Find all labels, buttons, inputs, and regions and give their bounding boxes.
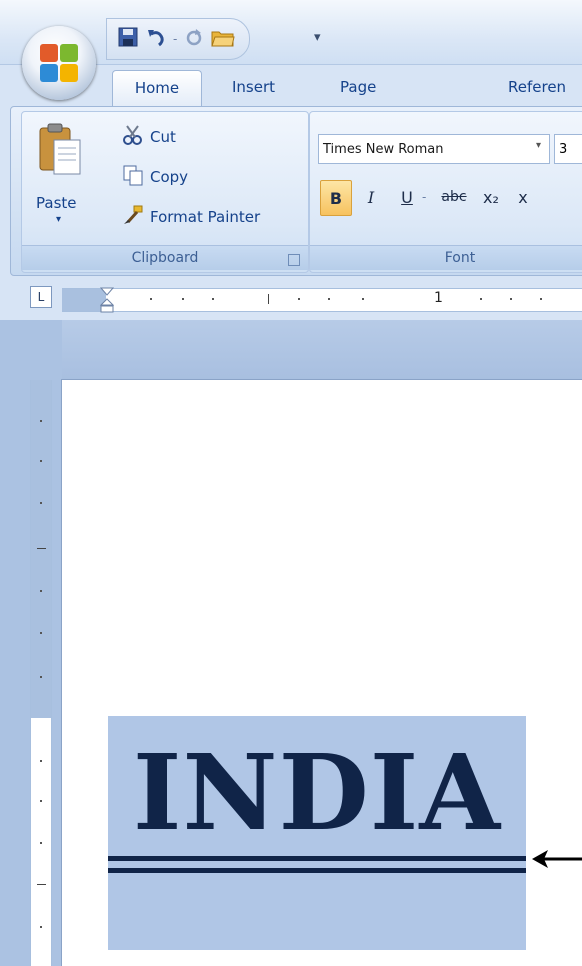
save-icon[interactable]: [117, 26, 139, 53]
double-underline-top: [108, 856, 526, 861]
office-logo-icon: [40, 44, 78, 82]
format-painter-button[interactable]: Format Painter: [122, 204, 260, 230]
vruler-tick: [40, 420, 42, 422]
vruler-tick: [40, 842, 42, 844]
horizontal-ruler[interactable]: 1: [62, 287, 582, 313]
undo-icon[interactable]: [145, 26, 167, 53]
vruler-tick: [40, 460, 42, 462]
tab-references[interactable]: Referen: [508, 68, 566, 106]
vruler-tick: [40, 676, 42, 678]
vruler-tick: [40, 926, 42, 928]
tab-page-layout[interactable]: Page Layout: [340, 68, 391, 134]
arrow-pointer-icon: [532, 846, 582, 872]
double-underline-bottom: [108, 868, 526, 873]
format-painter-label: Format Painter: [150, 208, 261, 226]
ruler-tick: [212, 298, 214, 300]
paintbrush-icon: [122, 204, 144, 230]
strikethrough-button[interactable]: abc: [436, 180, 472, 214]
bold-button[interactable]: B: [320, 180, 352, 216]
ruler-tick: [150, 298, 152, 300]
copy-label: Copy: [150, 168, 189, 186]
font-group: Times New Roman ▾ 3 B I U - abc x₂ x Fon…: [309, 111, 582, 273]
vruler-tick: [40, 590, 42, 592]
font-size-box[interactable]: 3: [554, 134, 582, 164]
paste-icon: [38, 122, 82, 182]
subscript-button[interactable]: x₂: [476, 180, 506, 214]
vruler-tick: [40, 760, 42, 762]
quick-access-toolbar: -: [106, 18, 251, 60]
vruler-tick: [37, 548, 46, 549]
copy-icon: [122, 164, 144, 190]
clipboard-dialog-launcher-icon[interactable]: [288, 254, 300, 266]
paste-label: Paste: [36, 194, 77, 212]
vruler-tick: [37, 884, 46, 885]
tab-selector-button[interactable]: L: [30, 286, 52, 308]
ruler-tick: [268, 294, 269, 304]
underline-button[interactable]: U: [392, 180, 422, 214]
vertical-ruler[interactable]: [30, 380, 52, 966]
cut-button[interactable]: Cut: [122, 124, 176, 150]
vertical-ruler-margin: [31, 380, 51, 718]
font-name-dropdown-icon[interactable]: ▾: [536, 140, 541, 151]
font-group-label: Font: [310, 245, 582, 270]
word-window: - ▾ Home Insert Page Layout Referen: [0, 0, 582, 966]
scissors-icon: [122, 124, 144, 150]
vruler-tick: [40, 632, 42, 634]
ruler-tick: [298, 298, 300, 300]
redo-icon[interactable]: [183, 26, 205, 53]
ruler-tick: [480, 298, 482, 300]
clipboard-group: Paste ▾ Cut Copy Format Painter Clipboar…: [21, 111, 309, 273]
tab-home[interactable]: Home: [112, 70, 202, 107]
superscript-button[interactable]: x: [508, 180, 538, 214]
page-top-margin: [62, 320, 582, 380]
undo-dropdown-icon[interactable]: -: [173, 33, 177, 45]
underline-dropdown-icon[interactable]: -: [422, 190, 426, 204]
clipboard-group-label: Clipboard: [22, 245, 308, 270]
ruler-tick: [540, 298, 542, 300]
ribbon: Paste ▾ Cut Copy Format Painter Clipboar…: [10, 106, 582, 276]
italic-button[interactable]: I: [356, 180, 386, 214]
open-folder-icon[interactable]: [211, 26, 235, 53]
font-name-box[interactable]: Times New Roman: [318, 134, 550, 164]
indent-marker-icon[interactable]: [99, 287, 115, 313]
document-heading-text[interactable]: INDIA: [108, 738, 526, 848]
vruler-tick: [40, 502, 42, 504]
paste-dropdown-icon[interactable]: ▾: [56, 214, 61, 225]
vruler-tick: [40, 800, 42, 802]
ruler-tick: [182, 298, 184, 300]
paste-button[interactable]: Paste ▾: [30, 118, 90, 238]
ruler-tick: [362, 298, 364, 300]
office-button[interactable]: [22, 26, 96, 100]
ruler-tick: [328, 298, 330, 300]
ruler-tick: [510, 298, 512, 300]
customize-quick-access-icon[interactable]: ▾: [314, 30, 321, 45]
copy-button[interactable]: Copy: [122, 164, 188, 190]
ruler-number: 1: [434, 290, 443, 306]
tab-insert[interactable]: Insert: [232, 68, 275, 106]
cut-label: Cut: [150, 128, 176, 146]
